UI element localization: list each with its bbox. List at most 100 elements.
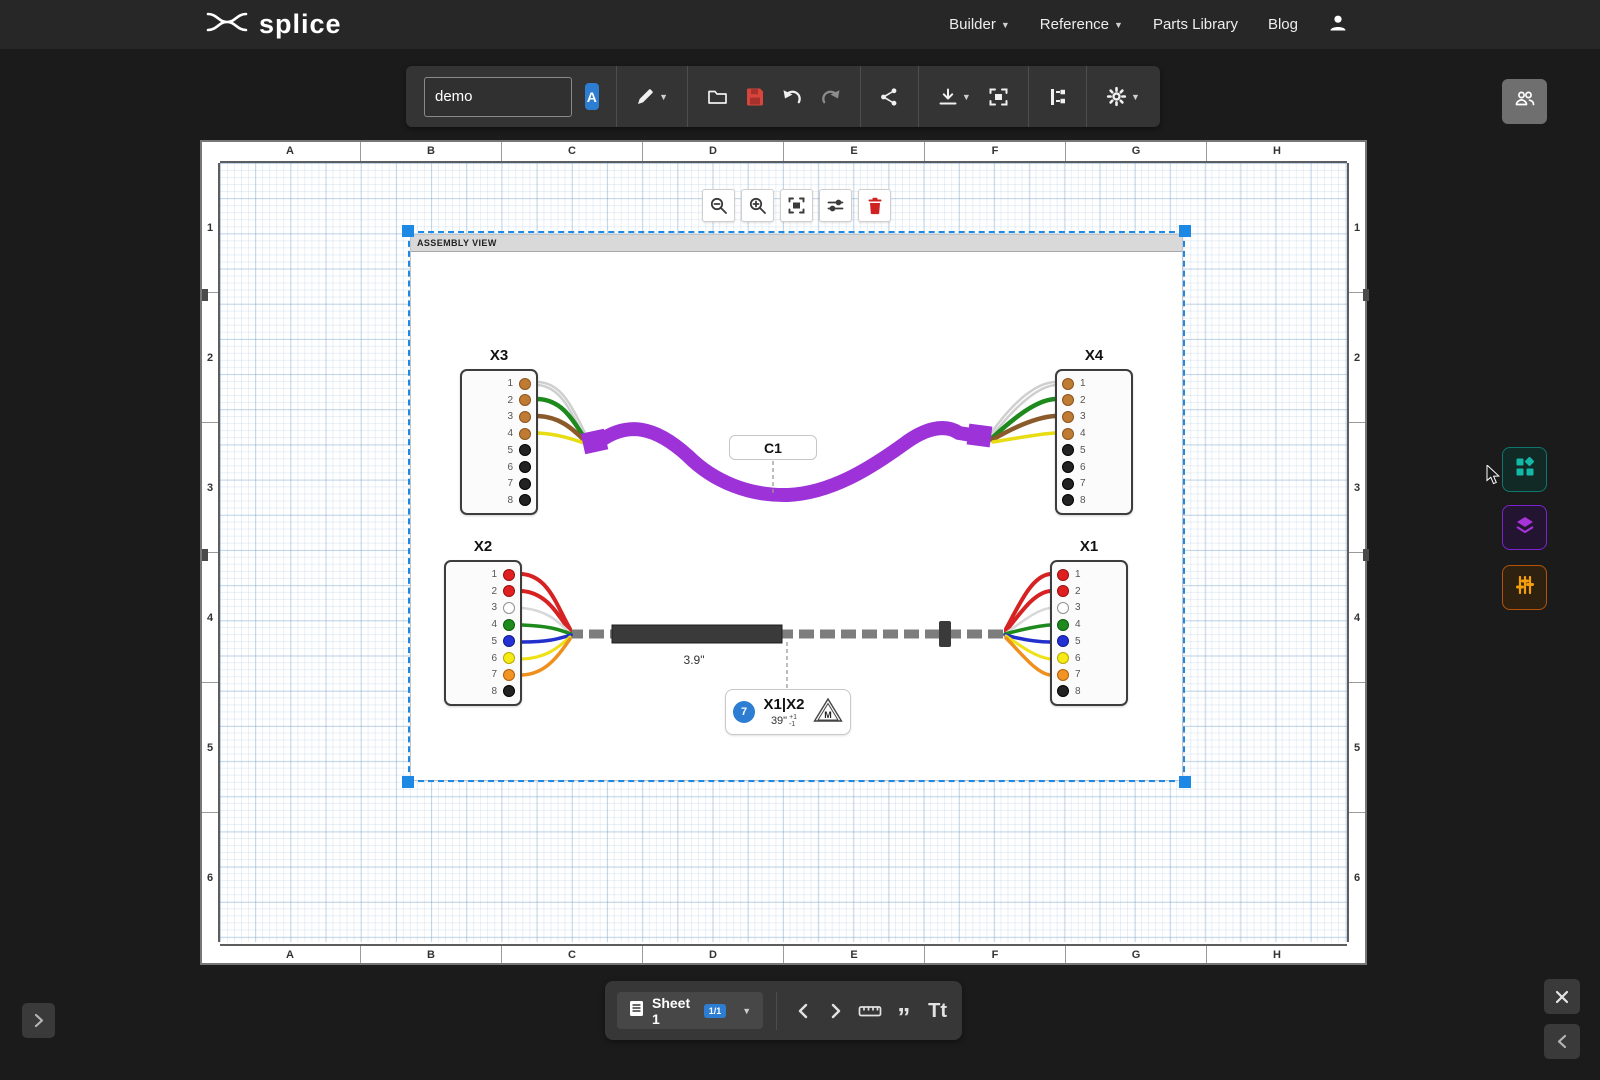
undo-button[interactable] [780, 83, 805, 111]
ruler-row-label: 2 [202, 293, 218, 423]
pin-dot [519, 394, 531, 406]
notes-button[interactable]: ” [891, 1006, 916, 1016]
fold-mark [202, 549, 208, 561]
fit-view-button[interactable] [780, 189, 813, 222]
nav-blog[interactable]: Blog [1268, 16, 1298, 33]
chevron-down-icon: ▼ [1131, 92, 1140, 102]
edit-button[interactable]: ▼ [633, 83, 670, 111]
divider [1086, 66, 1087, 127]
pin-dot [519, 444, 531, 456]
view-options-button[interactable] [819, 189, 852, 222]
sliders-icon [1514, 574, 1536, 601]
connector-x3[interactable]: X3 12345678 [460, 369, 538, 515]
resize-handle-top-right[interactable] [1179, 225, 1191, 237]
pin-dot [503, 619, 515, 631]
pin-row: 3 [505, 410, 531, 423]
pin-number: 7 [1080, 478, 1088, 489]
pin-row: 1 [1062, 377, 1088, 390]
nav-builder[interactable]: Builder▼ [949, 16, 1010, 33]
expand-panel-button[interactable] [22, 1003, 55, 1038]
people-icon [1513, 88, 1537, 115]
settings-button[interactable]: ▼ [1104, 82, 1142, 111]
text-style-button[interactable]: Tt [925, 1001, 950, 1021]
connector-x1[interactable]: X1 12345678 [1050, 560, 1128, 706]
redo-button[interactable] [818, 83, 843, 111]
nav-parts-library[interactable]: Parts Library [1153, 16, 1238, 33]
redo-icon [820, 87, 841, 107]
pin-number: 2 [505, 395, 513, 406]
drawing-sheet: ABCDEFGH ABCDEFGH 123456 123456 ASSEMBLY… [200, 140, 1367, 965]
collapse-panel-button[interactable] [1544, 1024, 1580, 1059]
pin-number: 1 [1080, 378, 1088, 389]
divider [616, 66, 617, 127]
ruler-row-label: 5 [202, 683, 218, 813]
pin-number: 3 [489, 602, 497, 613]
pin-dot [1057, 685, 1069, 697]
brand-logo[interactable]: splice [205, 0, 342, 49]
properties-panel-button[interactable] [1502, 565, 1547, 610]
pin-row: 2 [1062, 394, 1088, 407]
balloon-number: 7 [733, 701, 755, 723]
divider [776, 992, 777, 1030]
pin-row: 1 [505, 377, 531, 390]
connector-x2[interactable]: X2 12345678 [444, 560, 522, 706]
hierarchy-button[interactable] [1045, 83, 1069, 111]
fit-screen-button[interactable] [986, 83, 1011, 111]
pin-number: 5 [489, 636, 497, 647]
length-callout[interactable]: 7 X1|X2 39" +1 -1 M [725, 689, 851, 735]
resize-handle-top-left[interactable] [402, 225, 414, 237]
ruler-column-label: H [1207, 142, 1347, 161]
annotate-badge[interactable]: A [585, 83, 599, 110]
sheet-selector[interactable]: Sheet 1 1/1 ▼ [617, 992, 763, 1029]
ruler-toggle-button[interactable] [858, 1003, 883, 1019]
resize-handle-bottom-right[interactable] [1179, 776, 1191, 788]
pin-dot [1062, 378, 1074, 390]
blocks-icon [1514, 456, 1536, 483]
share-button[interactable] [877, 83, 901, 111]
open-button[interactable] [705, 83, 730, 111]
fit-screen-icon [988, 87, 1009, 107]
ruler-columns-top: ABCDEFGH [220, 142, 1347, 163]
callout-body: X1|X2 39" +1 -1 [759, 696, 809, 728]
user-account-button[interactable] [1328, 13, 1348, 37]
delete-button[interactable] [858, 189, 891, 222]
layers-panel-button[interactable] [1502, 505, 1547, 550]
download-button[interactable]: ▼ [936, 83, 973, 111]
resize-handle-bottom-left[interactable] [402, 776, 414, 788]
folder-icon [707, 87, 728, 107]
pin-row: 7 [1062, 477, 1088, 490]
pin-number: 1 [1075, 569, 1083, 580]
divider [918, 66, 919, 127]
ruler-column-label: E [784, 946, 925, 963]
close-panel-button[interactable] [1544, 979, 1580, 1014]
pin-number: 5 [505, 445, 513, 456]
pin-dot [1062, 394, 1074, 406]
pin-dot [503, 585, 515, 597]
pin-row: 4 [1062, 427, 1088, 440]
pin-number: 7 [489, 669, 497, 680]
pin-number: 8 [505, 495, 513, 506]
next-sheet-button[interactable] [824, 1003, 849, 1019]
parts-panel-button[interactable] [1502, 447, 1547, 492]
nav-reference[interactable]: Reference▼ [1040, 16, 1123, 33]
zoom-in-button[interactable] [741, 189, 774, 222]
pin-number: 3 [505, 411, 513, 422]
save-button[interactable] [743, 83, 767, 111]
ruler-columns-bottom: ABCDEFGH [220, 944, 1347, 963]
connector-label: X1 [1042, 538, 1136, 555]
filename-input[interactable] [424, 77, 572, 117]
ruler-column-label: B [361, 142, 502, 161]
pin-dot [503, 669, 515, 681]
collaborators-button[interactable] [1502, 79, 1547, 124]
prev-sheet-button[interactable] [790, 1003, 815, 1019]
cable-label-c1[interactable]: C1 [729, 435, 817, 460]
zoom-out-button[interactable] [702, 189, 735, 222]
pin-dot [1062, 461, 1074, 473]
pin-dot [1057, 635, 1069, 647]
pin-dot [1062, 428, 1074, 440]
chevron-down-icon: ▼ [1001, 20, 1010, 30]
ruler-column-label: A [220, 946, 361, 963]
pin-row: 7 [505, 477, 531, 490]
pin-number: 8 [489, 686, 497, 697]
connector-x4[interactable]: X4 12345678 [1055, 369, 1133, 515]
